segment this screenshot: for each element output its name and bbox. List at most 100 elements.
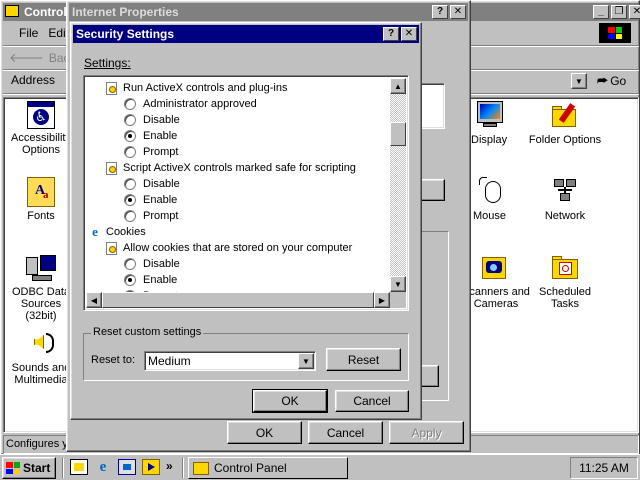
close-button[interactable]: ✕ <box>629 5 640 19</box>
ok-button[interactable]: OK <box>252 389 328 413</box>
folder-options-item[interactable]: Folder Options <box>525 101 605 146</box>
internet-properties-apply-button[interactable]: Apply <box>389 421 464 444</box>
vertical-scrollbar[interactable]: ▲ ▼ <box>390 78 406 292</box>
scroll-up-button[interactable]: ▲ <box>390 78 406 94</box>
tree-row-label: Script ActiveX controls marked safe for … <box>123 162 356 174</box>
clock[interactable]: 11:25 AM <box>579 461 629 475</box>
restore-button[interactable]: ❐ <box>611 5 627 19</box>
reset-custom-settings-group: Reset custom settings Reset to: Medium ▼… <box>83 326 409 381</box>
minimize-button[interactable]: _ <box>593 5 609 19</box>
tree-setting-group[interactable]: Script ActiveX controls marked safe for … <box>106 160 356 176</box>
close-button[interactable]: ✕ <box>401 27 417 41</box>
tree-setting-group[interactable]: Allow cookies that are stored on your co… <box>106 240 352 256</box>
internet-properties-ok-button[interactable]: OK <box>227 421 302 444</box>
icon-label: Scheduled Tasks <box>539 286 591 310</box>
reset-to-value: Medium <box>148 354 191 368</box>
internet-properties-cancel-button[interactable]: Cancel <box>308 421 383 444</box>
security-settings-dialog: Security Settings ? ✕ Settings: Run Acti… <box>70 22 422 420</box>
radio-checked[interactable] <box>124 274 136 286</box>
scanner-icon <box>476 253 506 283</box>
internet-properties-titlebar[interactable]: Internet Properties ? ✕ <box>69 3 468 21</box>
tree-row-label: Disable <box>143 114 180 126</box>
tree-row-label: Run ActiveX controls and plug-ins <box>123 82 288 94</box>
windows-flag-icon <box>6 462 20 474</box>
scroll-right-button[interactable]: ▶ <box>374 292 390 308</box>
network-item[interactable]: Network <box>525 177 605 222</box>
start-label: Start <box>23 461 51 475</box>
tree-radio-option[interactable]: Disable <box>124 176 180 192</box>
show-desktop-icon[interactable] <box>70 459 88 475</box>
reset-to-label: Reset to: <box>91 354 136 366</box>
outlook-express-icon[interactable] <box>118 459 136 475</box>
tree-setting-group[interactable]: Run ActiveX controls and plug-ins <box>106 80 287 96</box>
page-button-fragment-2[interactable] <box>419 365 439 387</box>
control-panel-small-icon <box>193 461 209 475</box>
go-label: Go <box>610 74 627 88</box>
tree-row-label: Administrator approved <box>143 98 257 110</box>
taskbar-control-panel-button[interactable]: Control Panel <box>188 457 348 479</box>
scheduled-tasks-icon <box>550 253 580 283</box>
tree-radio-option[interactable]: Enable <box>124 128 177 144</box>
quick-launch: e <box>70 459 160 475</box>
icon-label: Folder Options <box>528 134 602 146</box>
tree-radio-option[interactable]: Prompt <box>124 208 178 224</box>
help-button[interactable]: ? <box>432 5 448 19</box>
radio-checked[interactable] <box>124 130 136 142</box>
media-player-icon[interactable] <box>142 459 160 475</box>
horizontal-scrollbar[interactable]: ◀ ▶ <box>86 292 390 308</box>
tree-row-label: Enable <box>143 274 178 286</box>
tree-radio-option[interactable]: Enable <box>124 272 177 288</box>
menu-file[interactable]: File <box>19 26 38 40</box>
quick-launch-overflow-icon[interactable]: » <box>166 459 173 473</box>
scheduled-tasks-item[interactable]: Scheduled Tasks <box>525 253 605 310</box>
tree-radio-option[interactable]: Enable <box>124 192 177 208</box>
radio-unchecked[interactable] <box>124 210 136 222</box>
control-panel-app-icon[interactable] <box>5 5 19 17</box>
reset-to-select[interactable]: Medium ▼ <box>144 351 316 371</box>
back-arrow-icon: 🡐 <box>9 50 44 65</box>
apply-label: Apply <box>411 425 442 440</box>
tree-radio-option[interactable]: Disable <box>124 256 180 272</box>
radio-unchecked[interactable] <box>124 146 136 158</box>
odbc-icon <box>26 253 56 283</box>
scroll-left-button[interactable]: ◀ <box>86 292 102 308</box>
radio-unchecked[interactable] <box>124 258 136 270</box>
internet-explorer-icon[interactable]: e <box>94 459 112 475</box>
help-button[interactable]: ? <box>383 27 399 41</box>
setting-page-icon <box>106 81 117 95</box>
accessibility-icon: ♿ <box>27 101 55 129</box>
display-icon <box>477 101 505 131</box>
tree-category[interactable]: e Cookies <box>88 224 146 240</box>
radio-checked[interactable] <box>124 194 136 206</box>
mouse-icon <box>477 177 505 207</box>
settings-tree[interactable]: Run ActiveX controls and plug-ins Adminis… <box>83 75 409 311</box>
address-dropdown-arrow-icon[interactable]: ▼ <box>571 73 587 89</box>
scroll-thumb[interactable] <box>390 122 406 146</box>
setting-page-icon <box>106 161 117 175</box>
tree-row-label: Enable <box>143 194 178 206</box>
tree-row-label: Allow cookies that are stored on your co… <box>123 242 353 254</box>
taskbar: Start e » Control Panel 11:25 AM <box>0 454 640 480</box>
sounds-icon <box>26 327 56 359</box>
start-button[interactable]: Start <box>2 457 56 479</box>
reset-button[interactable]: Reset <box>326 348 401 371</box>
tree-radio-option[interactable]: Administrator approved <box>124 96 257 112</box>
horizontal-scroll-thumb[interactable] <box>102 292 374 308</box>
tree-radio-option[interactable]: Prompt <box>124 144 178 160</box>
close-button[interactable]: ✕ <box>450 5 466 19</box>
radio-unchecked[interactable] <box>124 178 136 190</box>
radio-unchecked[interactable] <box>124 114 136 126</box>
folder-options-icon <box>550 101 580 131</box>
scroll-down-button[interactable]: ▼ <box>390 276 406 292</box>
page-button-fragment[interactable] <box>419 179 445 201</box>
radio-unchecked[interactable] <box>124 98 136 110</box>
ok-label: OK <box>281 394 299 408</box>
tree-row-label: Cookies <box>106 226 146 238</box>
reset-dropdown-arrow-icon[interactable]: ▼ <box>298 353 314 369</box>
security-settings-titlebar[interactable]: Security Settings ? ✕ <box>73 25 419 43</box>
tree-radio-option[interactable]: Disable <box>124 112 180 128</box>
icon-label: Sounds and Multimedia <box>11 362 71 386</box>
go-button[interactable]: ⮫ Go <box>597 72 626 90</box>
cancel-button[interactable]: Cancel <box>335 390 409 412</box>
reset-group-label: Reset custom settings <box>91 326 204 338</box>
